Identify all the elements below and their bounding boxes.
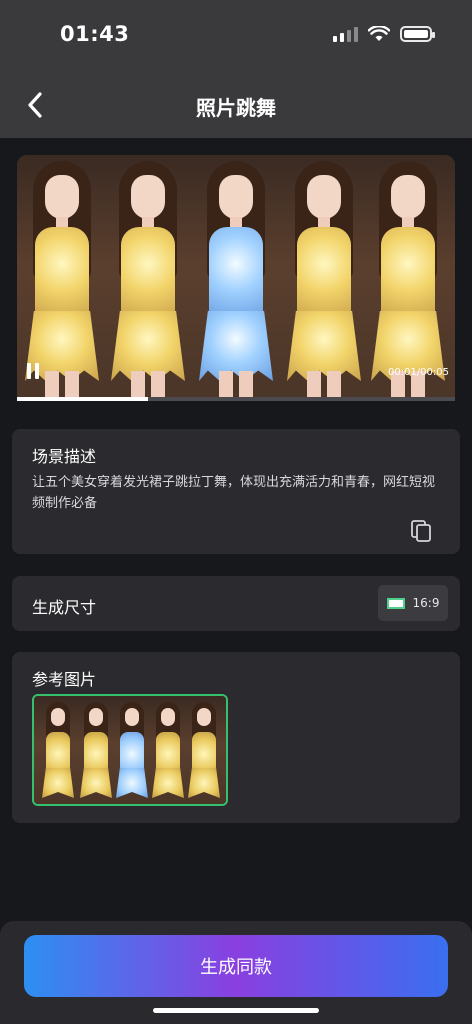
wifi-icon — [368, 26, 390, 41]
video-frame — [17, 155, 455, 400]
dancer-figure — [195, 161, 277, 400]
aspect-ratio-selector[interactable]: 16:9 — [378, 585, 448, 621]
size-label: 生成尺寸 — [32, 598, 97, 617]
dancer-figure — [186, 702, 222, 804]
dancer-figure — [78, 702, 114, 804]
generate-same-button[interactable]: 生成同款 — [24, 935, 448, 997]
video-time: 00:01/00:05 — [387, 367, 449, 378]
reference-label: 参考图片 — [32, 670, 97, 689]
dancer-figure — [150, 702, 186, 804]
description-label: 场景描述 — [32, 447, 97, 466]
aspect-ratio-icon — [386, 597, 405, 609]
size-card: 生成尺寸 16:9 — [12, 576, 460, 631]
dancer-figure — [107, 161, 189, 400]
reference-image-scene — [34, 696, 226, 804]
video-progress-bar[interactable] — [17, 397, 455, 401]
dancer-figure — [40, 702, 76, 804]
dancer-figure — [283, 161, 365, 400]
video-player[interactable]: 00:01/00:05 — [17, 155, 455, 400]
pause-icon[interactable] — [27, 363, 39, 379]
video-progress-played — [17, 397, 149, 401]
aspect-ratio-value: 16:9 — [412, 596, 440, 610]
dancer-figure — [114, 702, 150, 804]
reference-card: 参考图片 — [12, 652, 460, 823]
dancer-figure — [21, 161, 103, 400]
description-text: 让五个美女穿着发光裙子跳拉丁舞，体现出充满活力和青春，网红短视频制作必备 — [32, 475, 436, 511]
status-icons — [333, 26, 435, 42]
page-title: 照片跳舞 — [196, 96, 276, 120]
status-bar: 01:43 — [0, 0, 472, 72]
dancer-figure — [367, 161, 449, 400]
copy-icon[interactable] — [410, 519, 432, 543]
cellular-signal-icon — [333, 26, 358, 42]
description-card: 场景描述 让五个美女穿着发光裙子跳拉丁舞，体现出充满活力和青春，网红短视频制作必… — [12, 429, 460, 554]
status-time: 01:43 — [60, 22, 130, 46]
battery-icon — [400, 26, 435, 42]
reference-image[interactable] — [32, 694, 228, 806]
nav-bar: 照片跳舞 — [0, 72, 472, 138]
home-indicator — [153, 1008, 319, 1013]
